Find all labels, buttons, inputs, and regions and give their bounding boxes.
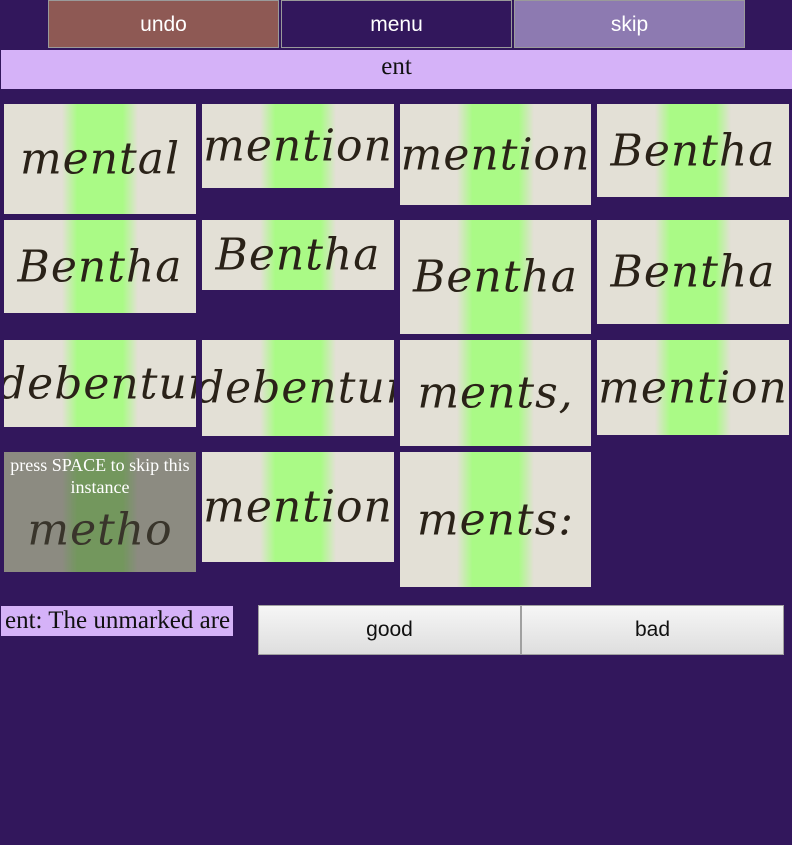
handwritten-word: mention: [203, 481, 393, 533]
word-image-tile[interactable]: Bentha: [202, 220, 394, 290]
word-image-tile[interactable]: mention: [597, 340, 789, 435]
word-image-tile[interactable]: mental: [4, 104, 196, 214]
word-image-tile[interactable]: mention: [202, 452, 394, 562]
handwritten-word: mention: [400, 129, 591, 180]
word-image-tile-selected[interactable]: metho press SPACE to skip this instance: [4, 452, 196, 572]
good-button[interactable]: good: [258, 605, 521, 655]
status-label: ent: The unmarked are: [1, 606, 234, 636]
skip-button[interactable]: skip: [514, 0, 745, 48]
handwritten-word: Bentha: [17, 241, 183, 292]
word-image-tile[interactable]: Bentha: [597, 104, 789, 197]
handwritten-word: debenture: [202, 362, 394, 414]
word-image-tile[interactable]: ments:: [400, 452, 591, 587]
top-toolbar: undo menu skip: [0, 0, 792, 50]
handwritten-word: Bentha: [610, 246, 776, 298]
word-image-tile[interactable]: debenture: [202, 340, 394, 436]
word-image-tile[interactable]: mention: [202, 104, 394, 188]
handwritten-word: Bentha: [215, 229, 381, 281]
word-image-tile[interactable]: debenture: [4, 340, 196, 427]
handwritten-word: ments:: [416, 494, 575, 545]
bad-button[interactable]: bad: [521, 605, 784, 655]
word-image-tile[interactable]: ments,: [400, 340, 591, 446]
menu-button[interactable]: menu: [281, 0, 512, 48]
word-image-tile[interactable]: Bentha: [597, 220, 789, 324]
handwritten-word: debenture: [4, 358, 196, 409]
skip-hint-text: press SPACE to skip this instance: [10, 455, 190, 497]
handwritten-word: mental: [19, 133, 181, 185]
handwritten-word: Bentha: [610, 125, 776, 176]
target-word-banner: ent: [1, 50, 792, 89]
word-image-tile[interactable]: Bentha: [4, 220, 196, 313]
word-image-tile[interactable]: Bentha: [400, 220, 591, 334]
undo-button[interactable]: undo: [48, 0, 279, 48]
handwritten-word: mention: [598, 362, 788, 413]
handwritten-word: ments,: [417, 367, 574, 419]
word-image-tile[interactable]: mention: [400, 104, 591, 205]
handwritten-word: mention: [203, 120, 393, 172]
handwritten-word: Bentha: [413, 251, 578, 303]
